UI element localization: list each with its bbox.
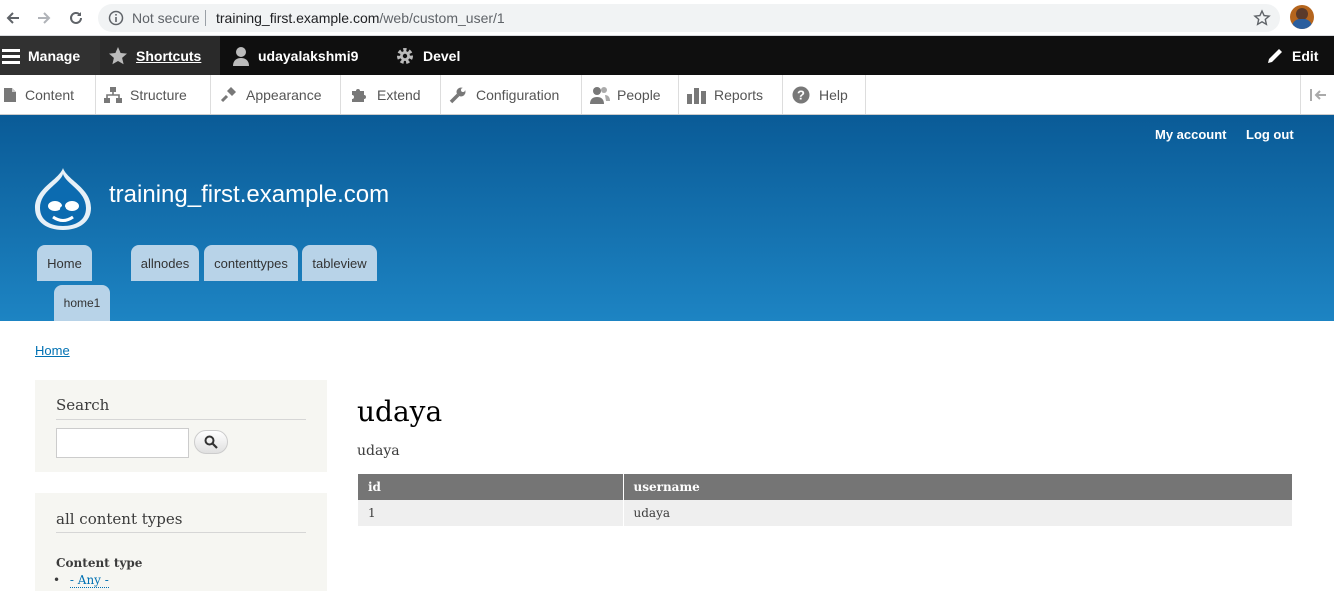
forward-button[interactable]	[33, 7, 55, 29]
tray-item-label: People	[617, 86, 661, 103]
user-icon	[233, 46, 249, 66]
shortcuts-label: Shortcuts	[136, 47, 202, 64]
user-label: udayalakshmi9	[258, 47, 359, 64]
list-item: • - Any -	[53, 573, 109, 588]
tray-item-people[interactable]: People	[582, 75, 679, 114]
bullet: •	[53, 573, 61, 587]
back-button[interactable]	[2, 7, 24, 29]
data-table: id username 1 udaya	[358, 474, 1293, 526]
table-header-row: id username	[358, 474, 1293, 500]
url-path: /web/custom_user/1	[379, 10, 505, 26]
content-types-block: all content types Content type • - Any -	[35, 493, 327, 591]
tray-item-content[interactable]: Content	[0, 75, 96, 114]
content-type-label: Content type	[56, 556, 143, 570]
manage-button[interactable]: Manage	[0, 36, 100, 75]
tray-item-appearance[interactable]: Appearance	[211, 75, 341, 114]
tray-item-help[interactable]: ? Help	[783, 75, 866, 114]
sitemap-icon	[104, 87, 122, 103]
search-block: Search	[35, 380, 327, 472]
tab-home[interactable]: Home	[37, 245, 92, 281]
edit-button[interactable]: Edit	[1266, 36, 1318, 75]
gear-icon	[397, 47, 413, 64]
security-label: Not secure	[132, 10, 200, 26]
info-icon[interactable]	[108, 10, 124, 26]
tray-item-label: Reports	[714, 86, 764, 103]
column-header-username[interactable]: username	[623, 474, 1293, 500]
tray-item-label: Extend	[377, 86, 421, 103]
people-icon	[590, 87, 610, 104]
pencil-icon	[1268, 48, 1282, 63]
hamburger-icon	[2, 48, 20, 64]
edit-label: Edit	[1292, 47, 1319, 64]
tab-contenttypes[interactable]: contenttypes	[204, 245, 298, 281]
drupal-logo-icon[interactable]	[33, 166, 93, 232]
my-account-link[interactable]: My account	[1155, 127, 1227, 142]
site-header: My account Log out training_first.exampl…	[0, 115, 1334, 321]
browser-bar: Not secure training_first.example.com/we…	[0, 0, 1334, 36]
tray-item-label: Help	[819, 86, 848, 103]
column-header-id[interactable]: id	[358, 474, 624, 500]
puzzle-icon	[352, 89, 366, 102]
tab-tableview[interactable]: tableview	[302, 245, 377, 281]
profile-avatar[interactable]	[1290, 5, 1314, 29]
admin-tray: Content Structure Appearance Extend Conf…	[0, 75, 1334, 115]
tray-item-extend[interactable]: Extend	[341, 75, 441, 114]
address-bar[interactable]: Not secure training_first.example.com/we…	[98, 4, 1280, 32]
table-row: 1 udaya	[358, 500, 1293, 526]
tray-item-label: Configuration	[476, 86, 560, 103]
tab-allnodes[interactable]: allnodes	[131, 245, 199, 281]
divider	[56, 419, 306, 420]
collapse-left-icon	[1309, 88, 1326, 101]
table-cell-username: udaya	[623, 500, 1293, 526]
tray-item-label: Structure	[130, 86, 187, 103]
url-text[interactable]: training_first.example.com/web/custom_us…	[216, 10, 505, 26]
tab-home1[interactable]: home1	[54, 285, 110, 321]
url-separator	[205, 10, 206, 26]
reload-button[interactable]	[65, 7, 87, 29]
tray-item-structure[interactable]: Structure	[96, 75, 211, 114]
back-arrow-icon	[6, 12, 19, 24]
url-host: training_first.example.com	[216, 10, 380, 26]
any-content-type-link[interactable]: - Any -	[69, 573, 109, 588]
user-text: udaya	[357, 443, 400, 459]
search-block-title: Search	[56, 396, 110, 414]
svg-text:?: ?	[797, 88, 805, 103]
page-title: udaya	[357, 395, 443, 428]
search-button[interactable]	[194, 430, 228, 454]
tray-orientation-toggle[interactable]	[1300, 75, 1334, 114]
content-types-block-title: all content types	[56, 510, 183, 528]
help-icon: ?	[792, 86, 810, 104]
tray-item-reports[interactable]: Reports	[679, 75, 783, 114]
file-icon	[4, 87, 16, 102]
forward-arrow-icon	[38, 12, 51, 24]
bar-chart-icon	[687, 88, 706, 104]
wrench-icon	[449, 87, 466, 104]
tray-item-label: Appearance	[246, 86, 322, 103]
divider	[56, 532, 306, 533]
devel-button[interactable]: Devel	[395, 36, 460, 75]
admin-toolbar: Manage Shortcuts udayalakshmi9 Devel Edi…	[0, 36, 1334, 75]
devel-label: Devel	[423, 47, 461, 64]
shortcuts-button[interactable]: Shortcuts	[100, 36, 220, 75]
search-icon	[204, 435, 218, 449]
table-cell-id: 1	[358, 500, 624, 526]
tray-item-configuration[interactable]: Configuration	[441, 75, 582, 114]
paintbrush-icon	[220, 87, 236, 103]
tray-item-label: Content	[25, 86, 75, 103]
star-bookmark-icon[interactable]	[1253, 9, 1271, 27]
site-name[interactable]: training_first.example.com	[109, 181, 389, 209]
user-button[interactable]: udayalakshmi9	[232, 36, 358, 75]
log-out-link[interactable]: Log out	[1246, 127, 1294, 142]
manage-label: Manage	[28, 47, 81, 64]
search-input[interactable]	[56, 428, 189, 458]
star-icon	[109, 46, 127, 64]
reload-icon	[70, 11, 82, 24]
breadcrumb-home-link[interactable]: Home	[35, 343, 70, 358]
